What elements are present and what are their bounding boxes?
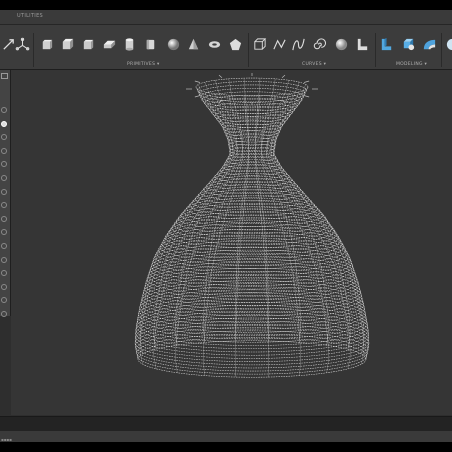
gizmo-tick	[194, 80, 201, 83]
mesh-ring	[169, 217, 335, 245]
spiral-icon[interactable]	[310, 36, 326, 52]
mesh-ring	[153, 243, 351, 276]
gizmo-tick	[194, 95, 201, 98]
spline-icon[interactable]	[290, 36, 306, 52]
mesh-ring	[136, 333, 368, 372]
mesh-ring	[203, 181, 301, 198]
gizmo-tick	[303, 80, 310, 83]
wire-cube-icon[interactable]	[251, 36, 267, 52]
mesh-meridian	[266, 93, 329, 373]
panel-item[interactable]	[1, 270, 7, 277]
wedge-primitive-icon[interactable]	[80, 36, 96, 52]
boolean-icon[interactable]	[400, 36, 416, 52]
top-black-strip	[0, 0, 452, 10]
gizmo-tick	[281, 74, 286, 79]
panel-item[interactable]	[1, 147, 7, 154]
mesh-ring	[213, 109, 291, 123]
mesh-ring	[135, 330, 369, 369]
mesh-ring	[152, 246, 352, 280]
mesh-ring	[197, 81, 307, 100]
group-label-curves[interactable]: CURVES ▾	[302, 62, 326, 67]
panel-item[interactable]	[1, 311, 7, 317]
group-label-modeling[interactable]: MODELING ▾	[396, 62, 427, 67]
mesh-meridian	[273, 89, 365, 365]
mesh-meridians	[134, 78, 370, 378]
status-bar	[0, 416, 452, 431]
plane-profile-icon[interactable]	[354, 36, 370, 52]
mesh-ring	[195, 77, 309, 97]
mesh-meridian	[139, 89, 231, 365]
panel-item[interactable]	[1, 256, 7, 263]
bottom-bar: ▪▪▪▪	[0, 431, 452, 442]
main-toolbar: PRIMITIVES ▾ CURVES ▾ MODELING ▾	[0, 25, 452, 70]
surface-sphere-icon[interactable]	[333, 36, 349, 52]
tab-bar: UTILITIES	[0, 10, 452, 25]
panel-camera-icon[interactable]	[1, 73, 8, 79]
sphere-primitive-icon[interactable]	[165, 36, 181, 52]
panel-item[interactable]	[1, 229, 7, 236]
torus-primitive-icon[interactable]	[206, 36, 222, 52]
mesh-ring	[198, 84, 306, 103]
mesh-ring	[137, 340, 367, 378]
mesh-ring	[228, 143, 276, 152]
section-label-utilities[interactable]: UTILITIES	[17, 13, 43, 19]
slab-primitive-icon[interactable]	[142, 36, 158, 52]
gizmo-tick	[303, 95, 310, 98]
panel-item[interactable]	[1, 283, 7, 290]
mesh-ring	[138, 295, 366, 333]
toolbar-separator	[375, 33, 376, 67]
panel-item[interactable]	[1, 243, 7, 249]
panel-item[interactable]	[1, 202, 7, 209]
panel-item[interactable]	[1, 175, 7, 181]
panel-item[interactable]	[1, 297, 7, 304]
polyline-icon[interactable]	[271, 36, 287, 52]
slab-primitive-icon[interactable]	[101, 36, 117, 52]
panel-item[interactable]	[1, 161, 7, 168]
vase-wireframe-mesh[interactable]	[11, 70, 452, 415]
fillet-icon[interactable]	[421, 36, 437, 52]
mesh-ring	[214, 170, 290, 183]
toolbar-separator	[248, 33, 249, 67]
app-window: UTILITIES PRIMITIVES ▾ CURVES ▾ MODELING…	[0, 10, 452, 442]
panel-item[interactable]	[1, 215, 7, 222]
gizmo-tick	[281, 99, 286, 104]
gizmo-tick	[218, 74, 223, 79]
panel-item[interactable]	[1, 188, 7, 195]
cylinder-primitive-icon[interactable]	[121, 36, 137, 52]
cube-primitive-icon[interactable]	[59, 36, 75, 52]
toolbar-separator	[33, 33, 34, 67]
mesh-ring	[208, 175, 296, 191]
panel-item[interactable]	[1, 107, 7, 113]
mesh-ring	[138, 292, 366, 330]
left-side-panel	[0, 70, 11, 317]
mesh-ring	[154, 240, 350, 273]
mesh-ring	[211, 105, 293, 120]
mesh-rings	[134, 77, 370, 378]
bottom-indicator: ▪▪▪▪	[1, 437, 12, 442]
mesh-ring	[140, 286, 364, 323]
cone-primitive-icon[interactable]	[185, 36, 201, 52]
3d-viewport[interactable]	[11, 70, 452, 415]
panel-item[interactable]	[1, 134, 7, 141]
mesh-ring	[142, 277, 362, 313]
mesh-ring	[139, 289, 365, 327]
transform-icon[interactable]	[14, 36, 30, 52]
toolbar-separator	[441, 33, 442, 67]
extrude-icon[interactable]	[378, 36, 394, 52]
globe-icon[interactable]	[444, 36, 452, 52]
mesh-ring	[137, 337, 367, 375]
box-primitive-icon[interactable]	[38, 36, 54, 52]
mesh-ring	[137, 298, 367, 336]
polygon-primitive-icon[interactable]	[227, 36, 243, 52]
gizmo-tick	[218, 99, 223, 104]
group-label-primitives[interactable]: PRIMITIVES ▾	[127, 62, 160, 67]
mesh-ring	[166, 220, 338, 249]
panel-item[interactable]	[1, 120, 7, 127]
